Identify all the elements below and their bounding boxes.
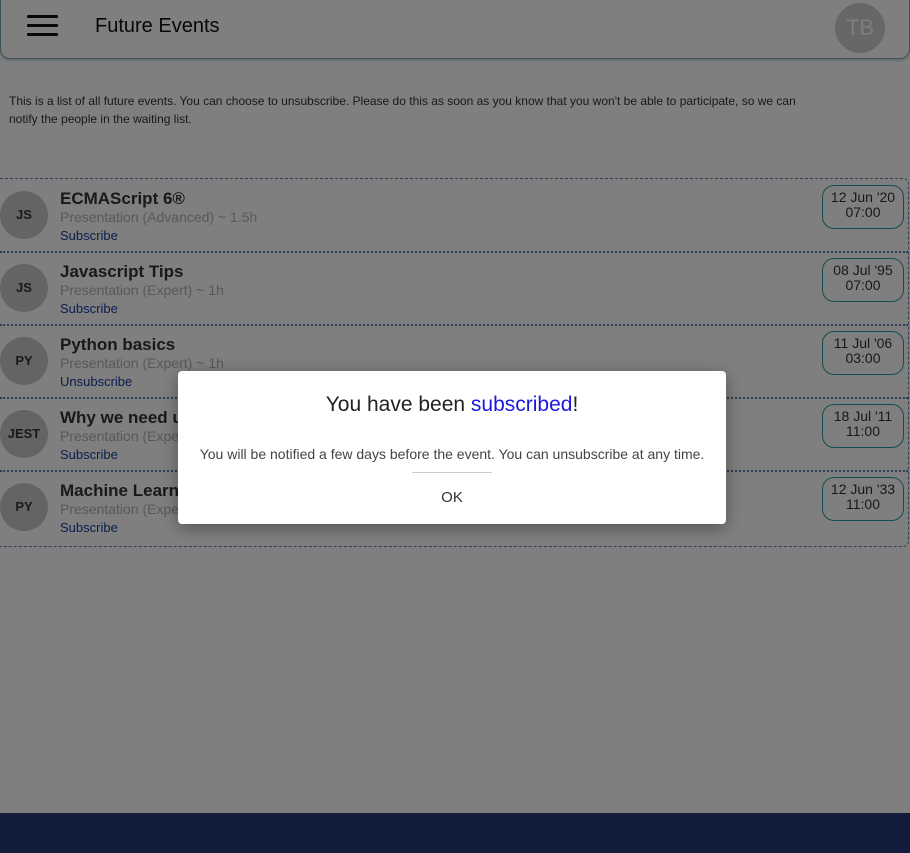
dialog-message: You will be notified a few days before t… [199, 446, 705, 462]
dialog-divider [412, 472, 492, 473]
dialog-title-highlight: subscribed [470, 393, 573, 416]
dialog-title-suffix: ! [572, 393, 579, 416]
dialog-title: You have been subscribed! [178, 393, 726, 417]
ok-button[interactable]: OK [422, 488, 482, 507]
dialog-title-prefix: You have been [325, 393, 471, 416]
subscription-dialog: You have been subscribed! You will be no… [178, 371, 726, 524]
